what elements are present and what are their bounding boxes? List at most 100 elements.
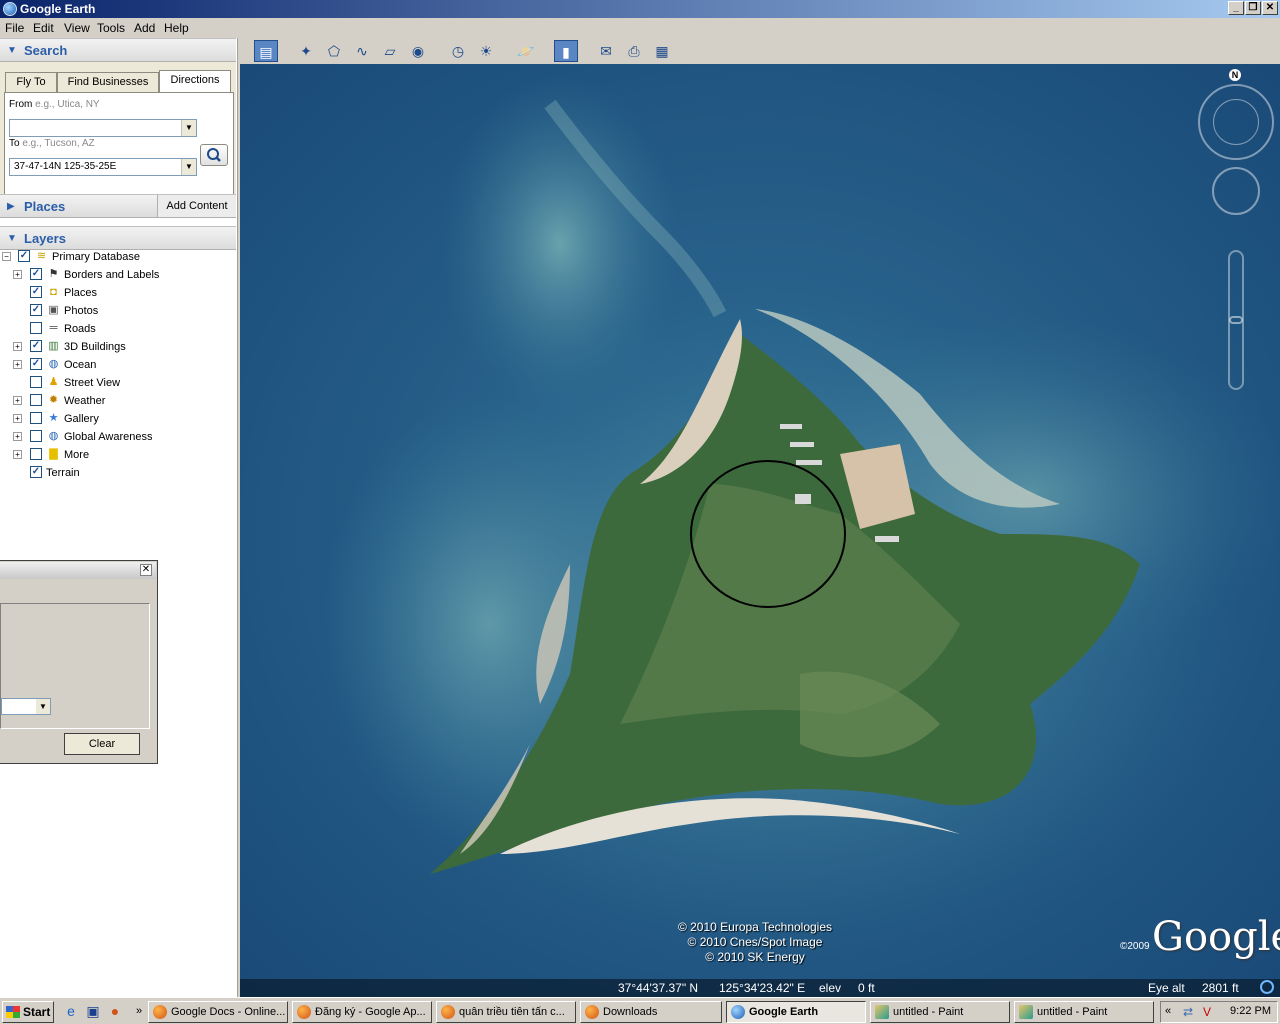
email-icon[interactable]: ✉ — [594, 40, 618, 62]
collapse-icon[interactable]: − — [2, 252, 11, 261]
add-polygon-icon[interactable]: ⬠ — [322, 40, 346, 62]
layer-checkbox[interactable]: ✓ — [30, 304, 42, 316]
zoom-slider-handle[interactable] — [1229, 316, 1243, 324]
menu-help[interactable]: Help — [164, 21, 189, 35]
close-button[interactable]: ✕ — [1262, 1, 1278, 15]
quick-launch-more-icon[interactable]: » — [130, 1002, 148, 1020]
chevron-down-icon[interactable]: ▼ — [36, 699, 50, 714]
title-bar: Google Earth _ ❐ ✕ — [0, 0, 1280, 18]
database-icon: ≋ — [36, 250, 47, 262]
search-panel-header[interactable]: ▼ Search — [0, 38, 236, 62]
look-joystick-inner[interactable] — [1213, 99, 1259, 145]
record-tour-icon[interactable]: ◉ — [406, 40, 430, 62]
tab-directions[interactable]: Directions — [159, 70, 231, 93]
expand-icon[interactable]: + — [13, 450, 22, 459]
layer-item[interactable]: + ★ Gallery — [0, 410, 236, 428]
save-icon[interactable]: ▣ — [84, 1002, 102, 1020]
clear-button[interactable]: Clear — [64, 733, 140, 755]
layer-item[interactable]: ✓ Terrain — [0, 464, 236, 482]
layer-item[interactable]: ♟ Street View — [0, 374, 236, 392]
taskbar-button[interactable]: untitled - Paint — [870, 1001, 1010, 1023]
taskbar-button[interactable]: Google Earth — [726, 1001, 866, 1023]
expand-icon[interactable]: + — [13, 396, 22, 405]
taskbar-button-label: untitled - Paint — [1037, 1006, 1108, 1018]
expand-icon[interactable]: + — [13, 414, 22, 423]
ruler-icon[interactable]: ▮ — [554, 40, 578, 62]
view-in-maps-icon[interactable]: ▦ — [650, 40, 674, 62]
menu-file[interactable]: File — [5, 21, 24, 35]
tab-find-businesses[interactable]: Find Businesses — [57, 72, 159, 92]
taskbar-button-label: Google Earth — [749, 1006, 819, 1018]
add-content-button[interactable]: Add Content — [157, 195, 236, 217]
menu-view[interactable]: View — [64, 21, 90, 35]
layer-checkbox[interactable] — [30, 322, 42, 334]
layer-checkbox[interactable]: ✓ — [30, 466, 42, 478]
layer-checkbox[interactable]: ✓ — [30, 286, 42, 298]
layer-item[interactable]: + ✓ ⚑ Borders and Labels — [0, 266, 236, 284]
menu-edit[interactable]: Edit — [33, 21, 54, 35]
compass-north-icon[interactable]: N — [1229, 69, 1241, 81]
network-icon[interactable]: ⇄ — [1183, 1005, 1193, 1019]
image-overlay-icon[interactable]: ▱ — [378, 40, 402, 62]
to-input[interactable]: 37-47-14N 125-35-25E ▼ — [9, 158, 197, 176]
places-panel-header[interactable]: ▶ Places Add Content — [0, 194, 236, 218]
clock[interactable]: 9:22 PM — [1230, 1005, 1271, 1017]
layer-item[interactable]: + ✓ ▥ 3D Buildings — [0, 338, 236, 356]
layer-checkbox[interactable] — [30, 430, 42, 442]
add-placemark-icon[interactable]: ✦ — [294, 40, 318, 62]
close-icon[interactable]: ✕ — [140, 564, 152, 576]
taskbar-button[interactable]: quân triều tiên tấn c... — [436, 1001, 576, 1023]
layer-item[interactable]: + ✓ ◍ Ocean — [0, 356, 236, 374]
layer-label: Ocean — [64, 359, 97, 371]
layer-checkbox[interactable] — [30, 448, 42, 460]
layer-item[interactable]: ✓ ◘ Places — [0, 284, 236, 302]
taskbar-button[interactable]: Downloads — [580, 1001, 722, 1023]
antivirus-icon[interactable]: V — [1203, 1005, 1211, 1019]
sunlight-icon[interactable]: ☀ — [474, 40, 498, 62]
search-button[interactable] — [200, 144, 228, 166]
layer-checkbox[interactable]: ✓ — [30, 358, 42, 370]
layer-checkbox[interactable] — [30, 376, 42, 388]
layer-item[interactable]: − ✓ ≋ Primary Database — [0, 248, 236, 266]
expand-icon[interactable]: + — [13, 360, 22, 369]
tab-fly-to[interactable]: Fly To — [5, 72, 57, 92]
expand-icon[interactable]: + — [13, 342, 22, 351]
historical-imagery-icon[interactable]: ◷ — [446, 40, 470, 62]
chevron-down-icon[interactable]: ▼ — [181, 120, 196, 136]
chevron-down-icon[interactable]: ▼ — [181, 159, 196, 175]
from-input[interactable]: ▼ — [9, 119, 197, 137]
sidebar-toggle-icon[interactable]: ▤ — [254, 40, 278, 62]
layer-item[interactable]: ✓ ▣ Photos — [0, 302, 236, 320]
minimize-button[interactable]: _ — [1228, 1, 1244, 15]
add-path-icon[interactable]: ∿ — [350, 40, 374, 62]
layer-item[interactable]: + ✹ Weather — [0, 392, 236, 410]
layer-label: Terrain — [46, 467, 80, 479]
map-view[interactable]: N © 2010 Europa Technologies © 2010 Cnes… — [240, 64, 1280, 997]
menu-tools[interactable]: Tools — [97, 21, 125, 35]
taskbar-button[interactable]: untitled - Paint — [1014, 1001, 1154, 1023]
layer-item[interactable]: + ▇ More — [0, 446, 236, 464]
layer-checkbox[interactable]: ✓ — [30, 268, 42, 280]
restore-button[interactable]: ❐ — [1245, 1, 1261, 15]
move-joystick[interactable] — [1212, 167, 1260, 215]
menu-add[interactable]: Add — [134, 21, 155, 35]
taskbar-button[interactable]: Google Docs - Online... — [148, 1001, 288, 1023]
layer-checkbox[interactable]: ✓ — [30, 340, 42, 352]
taskbar-button[interactable]: Đăng ký - Google Ap... — [292, 1001, 432, 1023]
layer-checkbox[interactable] — [30, 394, 42, 406]
layer-checkbox[interactable]: ✓ — [18, 250, 30, 262]
start-button[interactable]: Start — [2, 1001, 54, 1023]
layer-checkbox[interactable] — [30, 412, 42, 424]
layers-panel-header[interactable]: ▼ Layers — [0, 226, 236, 250]
layer-item[interactable]: + ◍ Global Awareness — [0, 428, 236, 446]
dialog-dropdown[interactable]: ▼ — [1, 698, 51, 715]
expand-icon[interactable]: + — [13, 270, 22, 279]
layer-label: Street View — [64, 377, 121, 389]
print-icon[interactable]: ⎙ — [622, 40, 646, 62]
expand-icon[interactable]: + — [13, 432, 22, 441]
layer-item[interactable]: ═ Roads — [0, 320, 236, 338]
firefox-icon[interactable]: ● — [106, 1002, 124, 1020]
tray-expand-icon[interactable]: « — [1165, 1005, 1171, 1017]
planets-icon[interactable]: 🪐 — [514, 40, 538, 62]
ie-icon[interactable]: e — [62, 1002, 80, 1020]
